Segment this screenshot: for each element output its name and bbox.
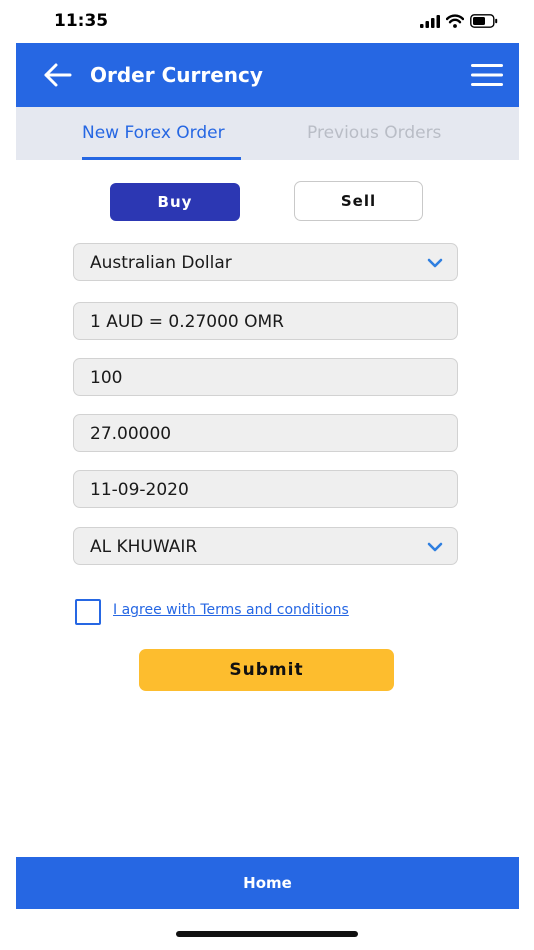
branch-value: AL KHUWAIR (90, 537, 198, 557)
wifi-icon (446, 14, 464, 28)
branch-select[interactable]: AL KHUWAIR (73, 527, 458, 565)
converted-amount-value: 27.00000 (90, 424, 172, 444)
terms-link[interactable]: I agree with Terms and conditions (113, 602, 349, 618)
chevron-down-icon (427, 542, 443, 552)
status-time: 11:35 (54, 11, 109, 31)
amount-field[interactable]: 100 (73, 358, 458, 396)
exchange-rate-value: 1 AUD = 0.27000 OMR (90, 312, 284, 332)
battery-icon (470, 14, 498, 28)
home-button[interactable]: Home (16, 857, 519, 909)
converted-amount-field: 27.00000 (73, 414, 458, 452)
menu-button[interactable] (470, 63, 504, 87)
back-button[interactable] (42, 61, 72, 89)
sell-button[interactable]: Sell (294, 181, 423, 221)
exchange-rate-field: 1 AUD = 0.27000 OMR (73, 302, 458, 340)
buy-button[interactable]: Buy (110, 183, 240, 221)
date-value: 11-09-2020 (90, 480, 189, 500)
amount-value: 100 (90, 368, 123, 388)
currency-select[interactable]: Australian Dollar (73, 243, 458, 281)
status-icons (420, 12, 498, 30)
date-field[interactable]: 11-09-2020 (73, 470, 458, 508)
signal-icon (420, 14, 440, 28)
order-tabs: New Forex Order Previous Orders (16, 107, 519, 160)
status-bar: 11:35 (0, 0, 534, 44)
page-title: Order Currency (90, 63, 263, 87)
tab-previous-orders[interactable]: Previous Orders (307, 123, 441, 143)
submit-button[interactable]: Submit (139, 649, 394, 691)
app-bar: Order Currency (16, 43, 519, 107)
home-indicator (176, 931, 358, 937)
order-currency-screen: 11:35 Order Currency New Forex Order Pre… (0, 0, 534, 950)
tab-new-forex-order[interactable]: New Forex Order (82, 123, 225, 143)
arrow-left-icon (44, 63, 72, 87)
terms-checkbox[interactable] (75, 599, 101, 625)
hamburger-menu-icon (471, 64, 503, 86)
active-tab-indicator (82, 157, 241, 160)
chevron-down-icon (427, 258, 443, 268)
currency-value: Australian Dollar (90, 253, 232, 273)
home-label: Home (243, 874, 292, 892)
